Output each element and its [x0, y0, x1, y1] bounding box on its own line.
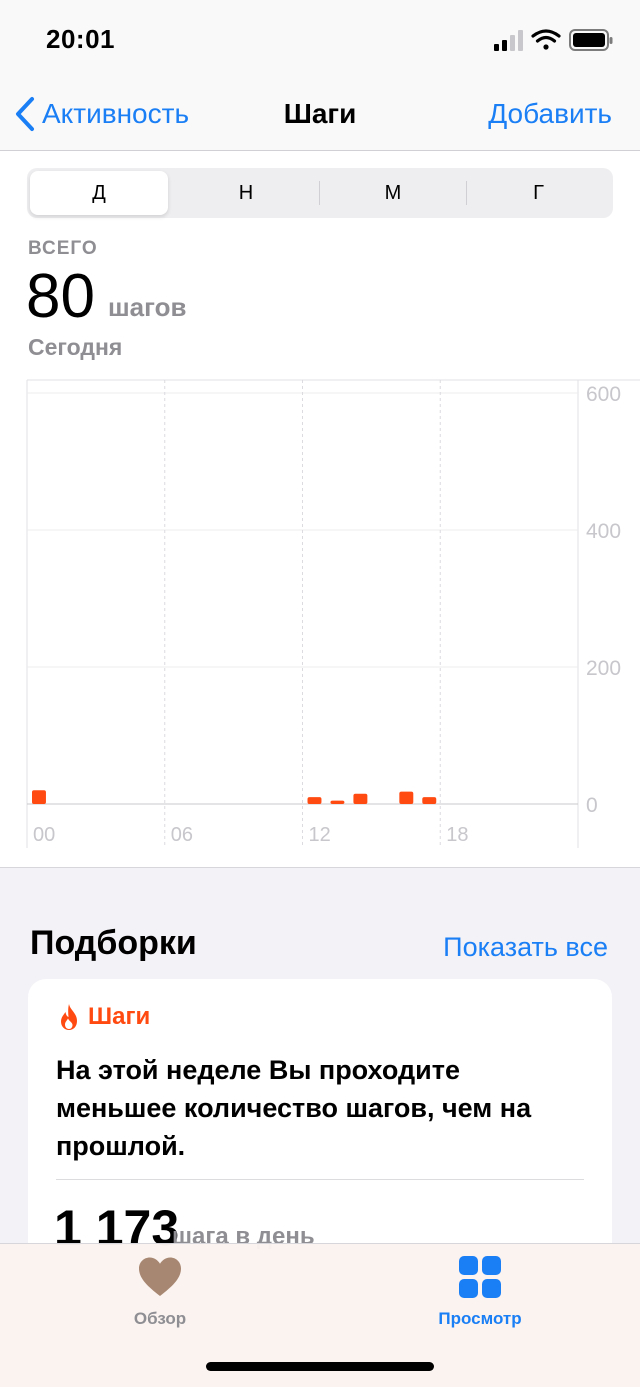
x-tick-label: 06 — [171, 824, 193, 846]
steps-chart[interactable]: 600 400 200 0 00 06 12 18 — [0, 370, 640, 860]
status-time: 20:01 — [46, 24, 115, 54]
add-button[interactable]: Добавить — [488, 98, 612, 130]
y-tick-label: 600 — [586, 383, 621, 406]
battery-icon — [569, 29, 613, 51]
highlight-text: На этой неделе Вы проходите меньшее коли… — [56, 1055, 532, 1161]
tab-browse[interactable]: Просмотр — [380, 1256, 580, 1329]
period-segmented-control: Д Н М Г — [27, 168, 613, 218]
step-bar — [307, 797, 322, 804]
x-tick-label: 12 — [309, 824, 331, 846]
nav-bar: Активность Шаги Добавить — [0, 80, 640, 151]
step-bar — [422, 797, 437, 804]
segment-month[interactable]: М — [321, 171, 465, 215]
tab-browse-label: Просмотр — [438, 1309, 522, 1328]
y-tick-label: 400 — [586, 520, 621, 543]
tab-overview[interactable]: Обзор — [60, 1256, 260, 1329]
steps-chart-svg: 600400200000 06 12 18 — [26, 379, 640, 848]
cellular-signal-icon — [494, 30, 523, 51]
step-bar — [32, 790, 46, 804]
segment-divider — [319, 181, 320, 205]
step-bar — [399, 791, 414, 804]
status-icons — [494, 26, 614, 56]
x-tick-label: 18 — [446, 824, 468, 846]
step-bar — [330, 800, 345, 804]
wifi-icon — [531, 29, 561, 50]
y-tick-label: 200 — [586, 657, 621, 680]
step-bar — [353, 793, 368, 804]
status-bar: 20:01 — [0, 0, 640, 80]
total-steps-unit: шагов — [108, 292, 187, 322]
highlight-card[interactable]: Шаги На этой неделе Вы проходите меньшее… — [28, 979, 612, 1279]
heart-icon — [139, 1257, 181, 1296]
x-tick-label: 00 — [33, 824, 55, 846]
grid-icon — [459, 1256, 501, 1298]
y-tick-label: 0 — [586, 794, 598, 817]
highlight-tag-label: Шаги — [88, 1003, 151, 1030]
highlights-title: Подборки — [30, 924, 197, 962]
segment-day[interactable]: Д — [30, 171, 168, 215]
total-date: Сегодня — [28, 334, 123, 360]
home-indicator — [206, 1362, 434, 1371]
show-all-link[interactable]: Показать все — [443, 932, 608, 963]
total-label: ВСЕГО — [28, 238, 98, 259]
segment-year[interactable]: Г — [467, 171, 610, 215]
card-divider — [56, 1179, 584, 1180]
flame-icon — [61, 1004, 77, 1030]
segment-week[interactable]: Н — [175, 171, 317, 215]
total-steps-value: 80 — [26, 262, 95, 331]
highlight-tag: Шаги — [58, 1003, 150, 1031]
tab-overview-label: Обзор — [133, 1309, 187, 1328]
